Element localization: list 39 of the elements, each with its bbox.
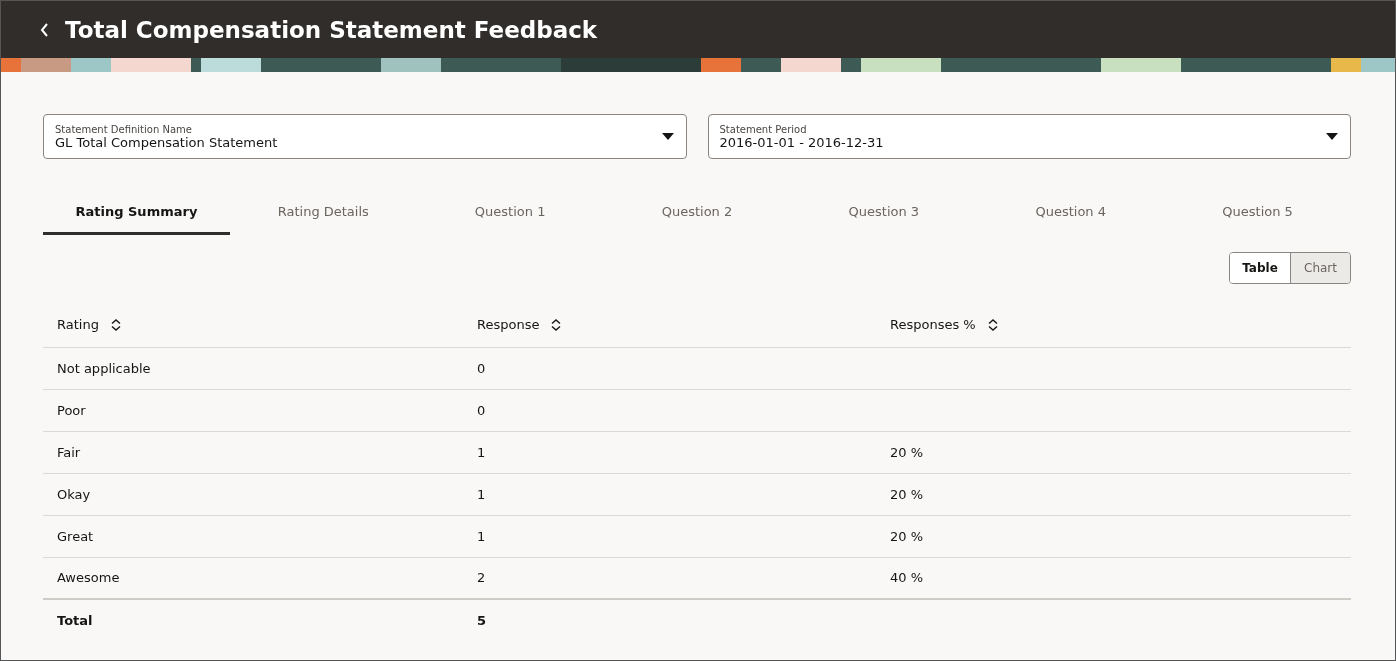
- total-cell: 5: [477, 613, 487, 628]
- dropdown-field[interactable]: Statement Definition Name GL Total Compensation Statement: [43, 114, 687, 159]
- table-cell: Awesome: [57, 570, 120, 586]
- table-cell: 2: [477, 570, 486, 586]
- tab[interactable]: Rating Summary: [43, 190, 230, 235]
- dropdown-caret-icon[interactable]: [1326, 133, 1338, 140]
- dropdown-field[interactable]: Statement Period 2016-01-01 - 2016-12-31: [707, 114, 1351, 159]
- sort-icon[interactable]: [110, 318, 121, 331]
- tab[interactable]: Question 3: [790, 190, 978, 235]
- column-header: Rating: [57, 317, 99, 333]
- back-button[interactable]: [39, 21, 49, 38]
- column-header: Response: [477, 317, 540, 333]
- table-cell: 1: [477, 444, 486, 460]
- dropdown-caret-icon[interactable]: [661, 133, 674, 140]
- table-cell: Okay: [57, 486, 91, 502]
- tab[interactable]: Rating Details: [229, 190, 417, 235]
- table-cell: 20 %: [890, 444, 924, 460]
- table-cell: 1: [477, 528, 486, 544]
- tab[interactable]: Question 1: [416, 190, 604, 235]
- page-title: Total Compensation Statement Feedback: [65, 16, 598, 43]
- table-cell: 1: [477, 486, 486, 502]
- table-cell: 40 %: [890, 570, 924, 586]
- table-cell: Fair: [57, 444, 81, 460]
- tab[interactable]: Question 4: [977, 190, 1165, 235]
- sort-icon[interactable]: [551, 318, 562, 331]
- table-cell: Poor: [57, 402, 86, 418]
- total-cell: Total: [57, 613, 93, 628]
- view-toggle-button[interactable]: Table: [1230, 253, 1290, 283]
- sort-icon[interactable]: [987, 318, 998, 331]
- table-cell: 0: [477, 360, 486, 376]
- table-cell: Not applicable: [57, 360, 151, 376]
- view-toggle-button[interactable]: Chart: [1290, 253, 1350, 283]
- tab[interactable]: Question 5: [1164, 190, 1351, 235]
- column-header: Responses %: [890, 317, 976, 333]
- table-cell: 0: [477, 402, 486, 418]
- table-cell: 20 %: [890, 528, 924, 544]
- table-cell: Great: [57, 528, 94, 544]
- table-cell: 20 %: [890, 486, 924, 502]
- tab[interactable]: Question 2: [603, 190, 791, 235]
